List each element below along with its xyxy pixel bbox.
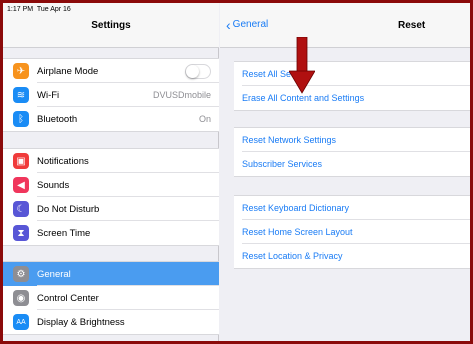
sidebar-item-label: Screen Time xyxy=(37,227,91,239)
settings-sidebar: 1:17 PM Tue Apr 16 Settings ✈ Airplane Mo… xyxy=(3,3,219,341)
annotation-arrow-icon xyxy=(289,37,315,94)
hourglass-icon: ⧗ xyxy=(13,225,29,241)
display-icon: AA xyxy=(13,314,29,330)
sidebar-item-screen-time[interactable]: ⧗ Screen Time xyxy=(3,221,219,245)
sidebar-item-label: Airplane Mode xyxy=(37,65,99,77)
sidebar-item-label: General xyxy=(37,268,71,280)
page-title: Reset xyxy=(398,20,426,31)
reset-group-primary: Reset All Settings Erase All Content and … xyxy=(234,61,470,111)
erase-all-content-and-settings-button[interactable]: Erase All Content and Settings xyxy=(234,86,470,110)
sidebar-item-sounds[interactable]: ◀ Sounds xyxy=(3,173,219,197)
reset-location-and-privacy-button[interactable]: Reset Location & Privacy xyxy=(234,244,470,268)
sidebar-item-label: Do Not Disturb xyxy=(37,203,100,215)
reset-option-label: Reset Home Screen Layout xyxy=(242,227,353,237)
reset-keyboard-dictionary-button[interactable]: Reset Keyboard Dictionary xyxy=(234,196,470,220)
sidebar-item-value: DVUSDmobile xyxy=(152,90,211,100)
ipad-screen: 1:17 PM Tue Apr 16 Settings ✈ Airplane Mo… xyxy=(0,0,473,344)
reset-home-screen-layout-button[interactable]: Reset Home Screen Layout xyxy=(234,220,470,244)
reset-pane: ‹ General Reset Reset All Settings Erase … xyxy=(220,3,470,341)
sidebar-item-airplane-mode[interactable]: ✈ Airplane Mode xyxy=(3,59,219,83)
sidebar-item-do-not-disturb[interactable]: ☾ Do Not Disturb xyxy=(3,197,219,221)
sidebar-item-wi-fi[interactable]: ≋ Wi-Fi DVUSDmobile xyxy=(3,83,219,107)
sounds-icon: ◀ xyxy=(13,177,29,193)
wifi-icon: ≋ xyxy=(13,87,29,103)
moon-icon: ☾ xyxy=(13,201,29,217)
reset-group-layout: Reset Keyboard Dictionary Reset Home Scre… xyxy=(234,195,470,269)
sidebar-item-label: Notifications xyxy=(37,155,89,167)
sidebar-item-general[interactable]: ⚙ General xyxy=(3,262,219,286)
sidebar-item-label: Sounds xyxy=(37,179,70,191)
reset-all-settings-button[interactable]: Reset All Settings xyxy=(234,62,470,86)
reset-option-label: Reset Location & Privacy xyxy=(242,251,343,261)
airplane-mode-toggle[interactable] xyxy=(185,63,211,79)
sidebar-item-label: Control Center xyxy=(37,292,99,304)
gear-icon: ⚙ xyxy=(13,266,29,282)
notifications-icon: ▣ xyxy=(13,153,29,169)
sidebar-item-value: On xyxy=(198,114,211,124)
back-button[interactable]: ‹ General xyxy=(226,16,269,33)
subscriber-services-button[interactable]: Subscriber Services xyxy=(234,152,470,176)
status-bar: 1:17 PM Tue Apr 16 xyxy=(3,3,218,17)
back-label: General xyxy=(232,19,269,30)
reset-header: ‹ General Reset xyxy=(220,3,470,48)
sidebar-item-notifications[interactable]: ▣ Notifications xyxy=(3,149,219,173)
sidebar-group-general: ⚙ General ◉ Control Center AA Display & Brigh… xyxy=(3,261,219,335)
status-time: 1:17 PM xyxy=(7,6,34,13)
reset-group-network: Reset Network Settings Subscriber Service… xyxy=(234,127,470,177)
sidebar-title: Settings xyxy=(91,20,131,31)
sidebar-group-connectivity: ✈ Airplane Mode ≋ Wi-Fi DVUSDmobile ᛒ Bluetoot… xyxy=(3,58,219,132)
bluetooth-icon: ᛒ xyxy=(13,111,29,127)
sidebar-group-notifications: ▣ Notifications ◀ Sounds ☾ Do Not Disturb ⧗ Scr… xyxy=(3,148,219,246)
control-center-icon: ◉ xyxy=(13,290,29,306)
reset-network-settings-button[interactable]: Reset Network Settings xyxy=(234,128,470,152)
status-date: Tue Apr 16 xyxy=(36,6,71,13)
airplane-icon: ✈ xyxy=(13,63,29,79)
sidebar-item-control-center[interactable]: ◉ Control Center xyxy=(3,286,219,310)
reset-option-label: Reset Keyboard Dictionary xyxy=(242,203,350,213)
chevron-left-icon: ‹ xyxy=(226,16,231,33)
sidebar-item-bluetooth[interactable]: ᛒ Bluetooth On xyxy=(3,107,219,131)
reset-option-label: Subscriber Services xyxy=(242,159,323,169)
reset-option-label: Reset Network Settings xyxy=(242,135,337,145)
sidebar-item-label: Display & Brightness xyxy=(37,316,125,328)
sidebar-item-label: Bluetooth xyxy=(37,113,78,125)
sidebar-item-display-and-brightness[interactable]: AA Display & Brightness xyxy=(3,310,219,334)
sidebar-item-label: Wi-Fi xyxy=(37,89,60,101)
